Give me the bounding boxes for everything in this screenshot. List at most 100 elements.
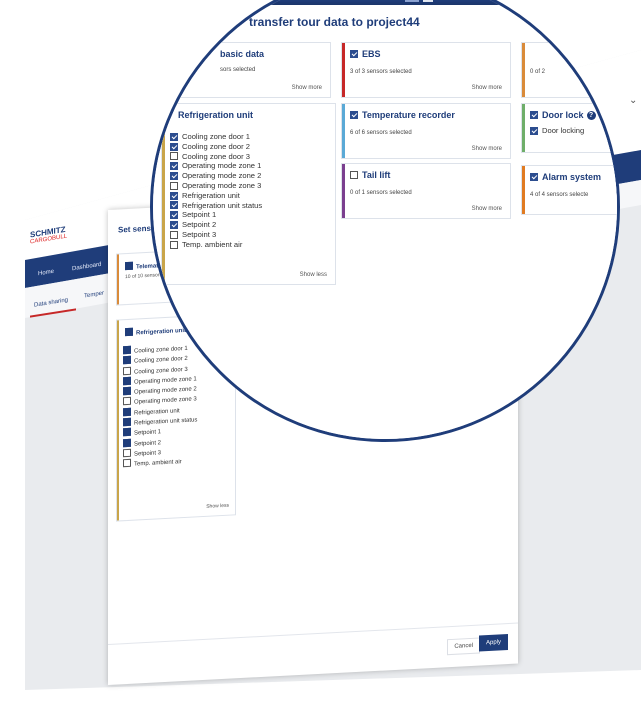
card-accent-bar — [342, 104, 345, 158]
apply-button[interactable]: Apply — [478, 634, 508, 652]
sensor-label: Operating mode zone 1 — [182, 161, 262, 171]
sensor-label: Temp. ambient air — [134, 459, 182, 468]
door-locking-label: Door locking — [542, 126, 585, 135]
checkbox[interactable] — [123, 417, 131, 427]
checkbox[interactable] — [170, 201, 178, 210]
checkbox[interactable] — [123, 376, 131, 386]
show-more-button[interactable]: Show more — [472, 146, 502, 152]
sensor-label: Setpoint 3 — [182, 229, 217, 239]
door-lock-header[interactable]: Door lock? — [530, 110, 596, 120]
ebs-sub: 3 of 3 sensors selected — [350, 69, 412, 75]
card-accent-bar — [117, 254, 119, 305]
checkbox[interactable] — [123, 459, 131, 468]
sensor-label: Temp. ambient air — [182, 239, 243, 249]
sensor-item[interactable]: Cooling zone door 2 — [170, 142, 262, 152]
checkbox[interactable] — [125, 327, 133, 337]
basic-data-header: basic data — [220, 49, 265, 59]
sensor-item[interactable]: Temp. ambient air — [170, 240, 262, 250]
door-lock-list: Door locking — [530, 126, 584, 136]
card-accent-bar — [522, 43, 525, 97]
show-less-button[interactable]: Show less — [300, 272, 327, 278]
checkbox[interactable] — [123, 448, 131, 458]
card-accent-bar — [342, 43, 345, 97]
checkbox[interactable] — [170, 152, 178, 161]
sensor-item[interactable]: Setpoint 3 — [170, 230, 262, 240]
alarm-header[interactable]: Alarm system — [530, 172, 601, 182]
sensor-label: Refrigeration unit status — [182, 200, 263, 210]
door-lock-card: Door lock? Door locking — [521, 103, 617, 153]
sensor-item[interactable]: Cooling zone door 1 — [170, 132, 262, 142]
sensor-item[interactable]: Operating mode zone 1 — [170, 161, 262, 171]
help-icon[interactable]: ? — [586, 110, 596, 120]
cancel-button[interactable]: Cancel — [447, 637, 480, 656]
sensor-label: Setpoint 2 — [134, 439, 162, 448]
refrigeration-header: Refrigeration unit — [178, 110, 254, 120]
tail-lift-card: Tail lift 0 of 1 sensors selected Show m… — [341, 163, 511, 219]
checkbox[interactable] — [170, 162, 178, 171]
sensor-item[interactable]: Refrigeration unit status — [170, 201, 262, 211]
sensor-item[interactable]: Operating mode zone 2 — [170, 171, 262, 181]
card-accent-bar — [522, 104, 525, 152]
alarm-sub: 4 of 4 sensors selecte — [530, 192, 589, 198]
checkbox[interactable] — [123, 345, 131, 355]
chevron-down-icon[interactable]: ⌄ — [629, 95, 637, 106]
sensor-label: Cooling zone door 2 — [182, 141, 250, 151]
checkbox[interactable] — [350, 111, 358, 119]
card-accent-bar — [162, 104, 165, 284]
checkbox[interactable] — [170, 172, 178, 181]
checkbox[interactable] — [170, 132, 178, 141]
ebs-card: EBS 3 of 3 sensors selected Show more — [341, 42, 511, 98]
checkbox[interactable] — [123, 407, 131, 416]
temperature-recorder-card: Temperature recorder 6 of 6 sensors sele… — [341, 103, 511, 159]
temperature-sub: 6 of 6 sensors selected — [350, 130, 412, 136]
checkbox[interactable] — [170, 230, 178, 239]
checkbox[interactable] — [170, 142, 178, 151]
sensor-label: Setpoint 3 — [134, 450, 162, 458]
ebs-header[interactable]: EBS — [350, 49, 381, 59]
alarm-system-card: Alarm system 4 of 4 sensors selecte — [521, 165, 617, 215]
checkbox[interactable] — [123, 356, 131, 365]
basic-data-card: basic data sors selected Show more — [171, 42, 331, 98]
checkbox[interactable] — [170, 211, 178, 220]
sensor-item[interactable]: Cooling zone door 3 — [170, 152, 262, 162]
tail-lift-header[interactable]: Tail lift — [350, 170, 390, 180]
sensor-label: Operating mode zone 3 — [182, 180, 262, 190]
checkbox[interactable] — [123, 428, 131, 437]
sensor-label: Setpoint 1 — [182, 210, 217, 220]
checkbox[interactable] — [123, 366, 131, 375]
card-accent-bar — [522, 166, 525, 214]
checkbox[interactable] — [170, 221, 178, 230]
user-icon[interactable] — [423, 0, 433, 2]
sensor-label: Cooling zone door 1 — [182, 132, 250, 141]
checkbox[interactable] — [125, 261, 133, 271]
third-card-sub: 0 of 2 — [530, 69, 546, 75]
sensor-label: Refrigeration unit — [182, 190, 240, 200]
checkbox[interactable] — [530, 173, 538, 181]
checkbox[interactable] — [530, 111, 538, 119]
checkbox[interactable] — [530, 126, 538, 135]
show-less-button[interactable]: Show less — [206, 503, 229, 510]
show-more-button[interactable]: Show more — [472, 85, 502, 91]
temperature-header[interactable]: Temperature recorder — [350, 110, 455, 120]
checkbox[interactable] — [123, 438, 131, 447]
checkbox[interactable] — [123, 386, 131, 396]
magnifier-lens: transfer tour data to project44 basic da… — [150, 0, 620, 442]
checkbox[interactable] — [123, 397, 131, 406]
checkbox[interactable] — [170, 181, 178, 190]
checkbox[interactable] — [350, 171, 358, 179]
checkbox[interactable] — [170, 191, 178, 200]
show-more-button[interactable]: Show more — [472, 206, 502, 212]
refrigeration-card: Refrigeration unit Cooling zone door 1 Co… — [161, 103, 336, 285]
sensor-item[interactable]: Operating mode zone 3 — [170, 181, 262, 191]
tail-lift-sub: 0 of 1 sensors selected — [350, 190, 412, 196]
sensor-label: Setpoint 2 — [182, 220, 217, 230]
checkbox[interactable] — [170, 240, 178, 249]
sensor-item[interactable]: Setpoint 1 — [170, 210, 262, 220]
mail-icon[interactable] — [405, 0, 419, 2]
checkbox[interactable] — [350, 50, 358, 58]
sensor-label: Cooling zone door 3 — [182, 151, 250, 161]
sensor-item[interactable]: Refrigeration unit — [170, 191, 262, 201]
card-accent-bar — [342, 164, 345, 218]
sensor-item[interactable]: Setpoint 2 — [170, 220, 262, 230]
show-more-button[interactable]: Show more — [292, 85, 322, 91]
